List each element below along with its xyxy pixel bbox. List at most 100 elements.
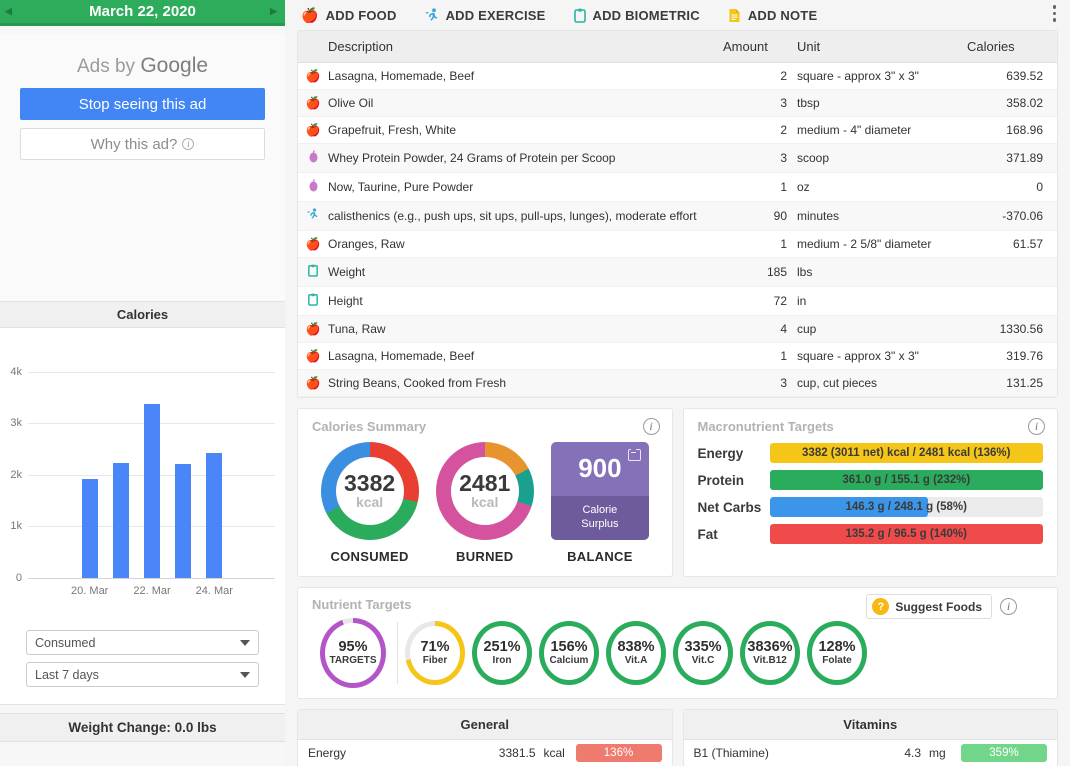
- kebab-menu-icon[interactable]: [1052, 5, 1056, 22]
- table-row[interactable]: calisthenics (e.g., push ups, sit ups, p…: [298, 201, 1057, 231]
- row-calories: 0: [967, 172, 1057, 202]
- row-unit: minutes: [797, 201, 967, 231]
- row-amount: 1: [723, 230, 797, 258]
- detail-tables-row: General Energy 3381.5 kcal 136% Vitamins B1…: [297, 709, 1058, 766]
- table-row[interactable]: 🍎 Grapefruit, Fresh, White 2 medium - 4" di…: [298, 116, 1057, 144]
- chart-bar-slot: [136, 346, 167, 578]
- info-icon[interactable]: i: [642, 418, 660, 435]
- row-calories: [967, 286, 1057, 316]
- previous-day-arrow[interactable]: ◀: [5, 6, 12, 17]
- nutrient-percent: 838%: [617, 638, 655, 655]
- consumed-value: 3382: [343, 470, 396, 497]
- chart-bar[interactable]: [112, 462, 129, 578]
- row-amount: 4: [723, 315, 797, 343]
- nutrient-ring-vitb12[interactable]: 3836% Vit.B12: [740, 621, 800, 685]
- metric-dropdown-value: Consumed: [35, 635, 96, 650]
- table-row[interactable]: 🍎 Olive Oil 3 tbsp 358.02: [298, 89, 1057, 117]
- row-description: Olive Oil: [328, 89, 723, 117]
- row-amount: 3: [723, 369, 797, 397]
- nutrient-ring-targets[interactable]: 95% TARGETS: [320, 618, 386, 688]
- info-icon[interactable]: i: [1000, 598, 1017, 615]
- chart-bar[interactable]: [206, 452, 223, 578]
- calories-donuts: 3382 kcal CONSUMED 2481 kcal BURNED 900 …: [312, 442, 658, 564]
- nutrient-detail-row[interactable]: Energy 3381.5 kcal 136%: [298, 740, 672, 766]
- nutrient-rings: 95% TARGETS 71% Fiber 251% Iron 156% Calcium 838…: [312, 618, 1043, 688]
- info-icon: i: [182, 138, 195, 150]
- chart-bar[interactable]: [175, 463, 192, 578]
- general-table-title: General: [298, 710, 672, 740]
- vitamins-table: Vitamins B1 (Thiamine) 4.3 mg 359%: [682, 709, 1058, 766]
- nutrient-percent: 251%: [483, 638, 521, 655]
- row-calories: 358.02: [967, 89, 1057, 117]
- burned-donut-center: 2481 kcal: [436, 442, 534, 540]
- weight-change-banner: Weight Change: 0.0 lbs: [0, 713, 285, 742]
- table-row[interactable]: 🍎 Tuna, Raw 4 cup 1330.56: [298, 315, 1057, 343]
- toolbar-button-add-biometric[interactable]: ADD BIOMETRIC: [573, 8, 700, 23]
- nutrient-detail-badge: 359%: [961, 744, 1047, 762]
- table-row[interactable]: 🍎 Lasagna, Homemade, Beef 1 square - approx…: [298, 342, 1057, 370]
- table-row[interactable]: Now, Taurine, Pure Powder 1 oz 0: [298, 172, 1057, 202]
- toolbar-button-add-food[interactable]: 🍎 ADD FOOD: [301, 7, 397, 24]
- table-row[interactable]: Height 72 in: [298, 286, 1057, 316]
- macro-progress-text: 3382 (3011 net) kcal / 2481 kcal (136%): [802, 447, 1011, 459]
- nutrient-ring: 3836% Vit.B12: [740, 621, 800, 685]
- nutrient-ring-vitc[interactable]: 335% Vit.C: [673, 621, 733, 685]
- metric-dropdown[interactable]: Consumed: [26, 630, 259, 655]
- suggest-foods-button[interactable]: ? Suggest Foods: [866, 594, 992, 619]
- nutrient-detail-name: Energy: [308, 746, 347, 760]
- row-unit: lbs: [797, 257, 967, 287]
- advertisement-panel: Ads by Google Stop seeing this ad Why th…: [0, 34, 285, 302]
- row-type-icon-food: 🍎: [298, 116, 328, 144]
- row-type-icon-food: 🍎: [298, 62, 328, 90]
- food-log-table-header: Description Amount Unit Calories: [298, 31, 1057, 63]
- nutrient-ring-calcium[interactable]: 156% Calcium: [539, 621, 599, 685]
- toolbar-button-add-exercise[interactable]: ADD EXERCISE: [425, 8, 546, 23]
- nutrient-ring-fiber[interactable]: 71% Fiber: [405, 621, 465, 685]
- column-icon: [298, 31, 328, 63]
- macro-row-energy: Energy 3382 (3011 net) kcal / 2481 kcal (…: [698, 443, 1043, 463]
- nutrient-name: Iron: [492, 654, 512, 666]
- toolbar-button-add-note[interactable]: ADD NOTE: [728, 8, 818, 23]
- macronutrient-bar-list: Energy 3382 (3011 net) kcal / 2481 kcal (…: [698, 443, 1043, 544]
- table-row[interactable]: 🍎 Oranges, Raw 1 medium - 2 5/8" diameter 61…: [298, 230, 1057, 258]
- nutrient-detail-badge: 136%: [575, 744, 662, 762]
- nutrient-ring-iron[interactable]: 251% Iron: [472, 621, 532, 685]
- table-row[interactable]: Whey Protein Powder, 24 Grams of Protein…: [298, 143, 1057, 173]
- chart-bar[interactable]: [81, 478, 98, 578]
- table-row[interactable]: 🍎 String Beans, Cooked from Fresh 3 cup, cu…: [298, 369, 1057, 397]
- table-row[interactable]: 🍎 Lasagna, Homemade, Beef 2 square - approx…: [298, 62, 1057, 90]
- chart-bar-slot: [105, 346, 136, 578]
- balance-value-area: 900: [550, 442, 649, 496]
- chart-bar[interactable]: [143, 403, 160, 578]
- row-amount: 1: [723, 342, 797, 370]
- suggest-foods-area: ? Suggest Foods i: [866, 594, 1017, 619]
- range-dropdown[interactable]: Last 7 days: [26, 662, 259, 687]
- summary-row: Calories Summary i 3382 kcal CONSUMED 24…: [297, 408, 1058, 577]
- main-content: 🍎 ADD FOOD ADD EXERCISE ADD BIOMETRIC ADD NO…: [285, 0, 1070, 766]
- chart-bar-slot: [168, 346, 199, 578]
- next-day-arrow[interactable]: ▶: [270, 6, 277, 17]
- chart-y-tick-label: 1k: [10, 520, 22, 533]
- nutrient-ring-vita[interactable]: 838% Vit.A: [606, 621, 666, 685]
- nutrient-detail-row[interactable]: B1 (Thiamine) 4.3 mg 359%: [684, 740, 1058, 766]
- row-type-icon-exercise: [298, 201, 328, 231]
- why-this-ad-button[interactable]: Why this ad? i: [20, 128, 265, 160]
- nutrient-detail-value: 4.3: [904, 746, 921, 760]
- consumed-donut-center: 3382 kcal: [321, 442, 419, 540]
- nutrient-percent: 156%: [550, 638, 588, 655]
- row-calories: 639.52: [967, 62, 1057, 90]
- table-row[interactable]: Weight 185 lbs: [298, 257, 1057, 287]
- column-calories: Calories: [967, 31, 1057, 63]
- nutrient-ring-folate[interactable]: 128% Folate: [807, 621, 867, 685]
- row-unit: square - approx 3" x 3": [797, 62, 967, 90]
- nutrient-ring-center: 156% Calcium: [539, 621, 599, 685]
- calories-summary-title: Calories Summary: [312, 419, 427, 434]
- nutrient-ring: 251% Iron: [472, 621, 532, 685]
- stop-seeing-ad-button[interactable]: Stop seeing this ad: [20, 88, 265, 120]
- ring-divider: [397, 622, 398, 684]
- vitamins-table-title: Vitamins: [683, 710, 1057, 740]
- row-description: Height: [328, 286, 723, 316]
- chart-x-tick-label: 20. Mar: [71, 585, 109, 597]
- info-icon[interactable]: i: [1028, 418, 1045, 435]
- row-calories: 1330.56: [967, 315, 1057, 343]
